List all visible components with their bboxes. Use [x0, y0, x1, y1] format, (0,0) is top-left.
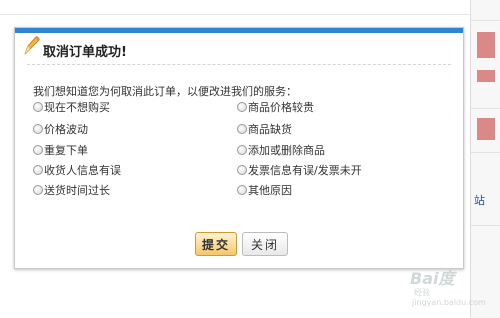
close-button[interactable]: 关闭 [242, 232, 288, 256]
pencil-icon [24, 36, 40, 55]
reason-option[interactable]: 其他原因 [237, 183, 292, 197]
browser-top-strip [0, 0, 470, 15]
radio-button[interactable] [237, 102, 247, 112]
dialog-title: 取消订单成功! [43, 45, 127, 60]
reason-label: 发票信息有误/发票未开 [248, 164, 362, 177]
radio-button[interactable] [237, 185, 247, 195]
submit-button[interactable]: 提交 [195, 232, 237, 256]
reason-label: 重复下单 [44, 144, 88, 157]
side-panel-red-block [477, 118, 495, 140]
radio-button[interactable] [33, 165, 43, 175]
reason-label: 其他原因 [248, 184, 292, 197]
reason-label: 现在不想购买 [44, 101, 110, 114]
side-panel-divider [471, 152, 500, 153]
side-panel-link[interactable]: 站 [474, 192, 485, 208]
radio-button[interactable] [237, 124, 247, 134]
title-divider [27, 64, 451, 65]
right-side-panel: 站 [470, 0, 500, 318]
reason-label: 添加或删除商品 [248, 144, 325, 157]
reason-option[interactable]: 发票信息有误/发票未开 [237, 163, 362, 177]
dialog-accent-bar [15, 28, 463, 33]
watermark-url: jingyan.baidu.com [412, 298, 486, 307]
radio-button[interactable] [237, 145, 247, 155]
watermark-logo: Bai度 [410, 269, 455, 288]
reason-label: 价格波动 [44, 123, 88, 136]
cancel-reason-question: 我们想知道您为何取消此订单，以便改进我们的服务： [33, 85, 297, 98]
radio-button[interactable] [33, 185, 43, 195]
side-panel-red-block [477, 32, 495, 58]
reason-option[interactable]: 商品价格较贵 [237, 100, 314, 114]
baidu-jingyan-watermark: Bai度 经验 jingyan.baidu.com [400, 265, 486, 310]
side-panel-divider [471, 108, 500, 109]
reason-option[interactable]: 送货时间过长 [33, 183, 110, 197]
watermark-subtitle: 经验 [414, 288, 430, 297]
reason-option[interactable]: 添加或删除商品 [237, 143, 325, 157]
reason-label: 商品价格较贵 [248, 101, 314, 114]
side-panel-divider [471, 20, 500, 21]
reason-option[interactable]: 收货人信息有误 [33, 163, 121, 177]
radio-button[interactable] [33, 145, 43, 155]
reason-label: 商品缺货 [248, 123, 292, 136]
side-panel-divider [471, 225, 500, 226]
cancel-order-dialog: 取消订单成功! 我们想知道您为何取消此订单，以便改进我们的服务： 现在不想购买 … [14, 27, 464, 269]
reason-label: 收货人信息有误 [44, 164, 121, 177]
reason-option[interactable]: 重复下单 [33, 143, 88, 157]
radio-button[interactable] [237, 165, 247, 175]
side-panel-red-block [477, 70, 495, 82]
radio-button[interactable] [33, 124, 43, 134]
reason-option[interactable]: 价格波动 [33, 122, 88, 136]
reason-option[interactable]: 现在不想购买 [33, 100, 110, 114]
reason-option[interactable]: 商品缺货 [237, 122, 292, 136]
radio-button[interactable] [33, 102, 43, 112]
reason-label: 送货时间过长 [44, 184, 110, 197]
